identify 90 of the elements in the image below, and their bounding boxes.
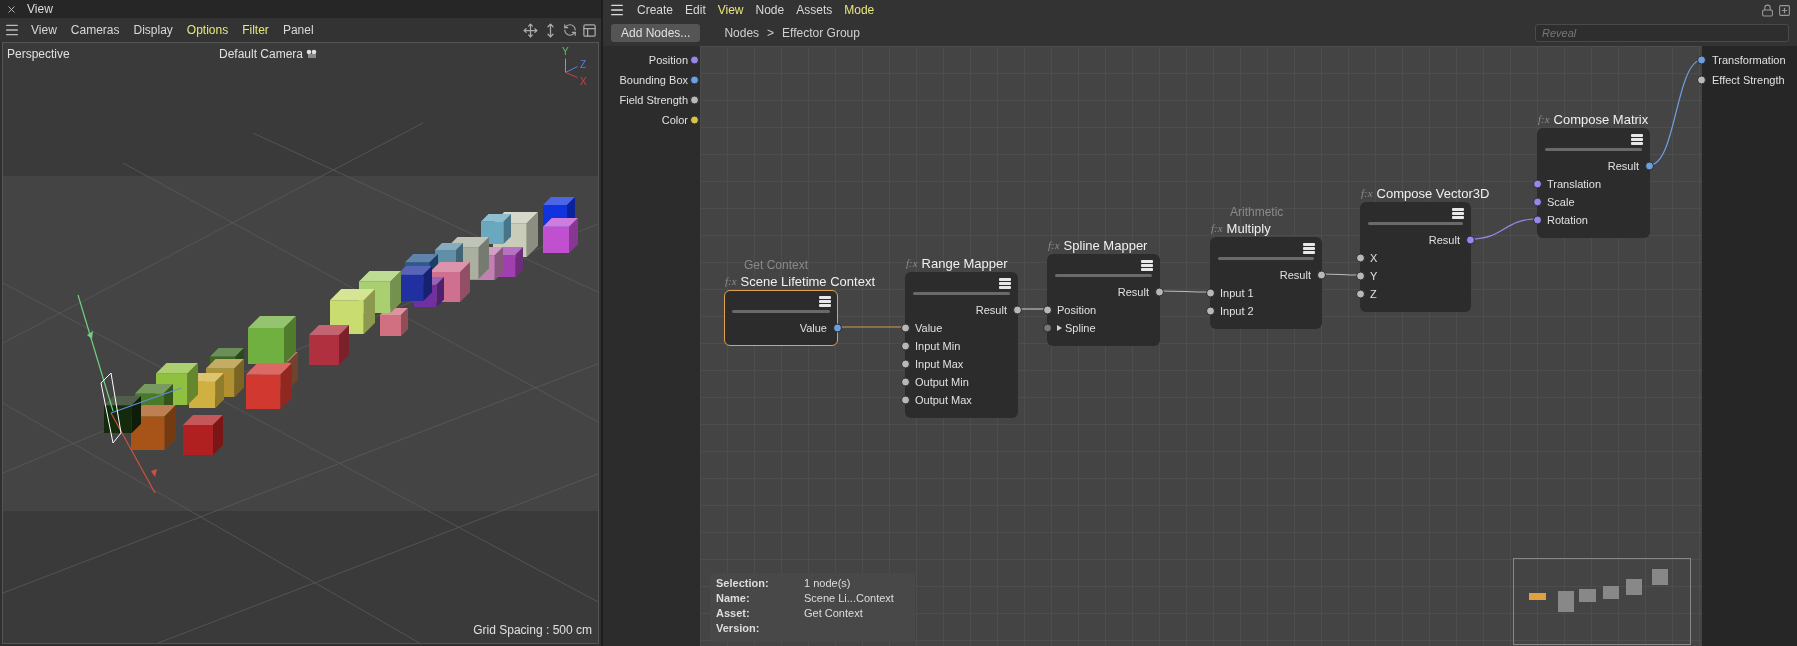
menu-item[interactable]: Node xyxy=(749,1,791,19)
breadcrumb-link[interactable]: Nodes xyxy=(724,24,760,42)
function-icon: f:x xyxy=(1538,111,1550,128)
port-label: Position xyxy=(648,52,688,68)
port-label: Result xyxy=(1279,267,1311,283)
z-axis-label: Z xyxy=(580,60,587,70)
menu-item[interactable]: Display xyxy=(126,21,180,39)
port-label: Translation xyxy=(1547,176,1601,192)
minimap-drawing[interactable] xyxy=(1513,558,1691,645)
function-icon: f:x xyxy=(1361,185,1373,202)
port-label: Output Min xyxy=(915,374,969,390)
close-icon[interactable] xyxy=(6,3,17,15)
port-label: Result xyxy=(1428,232,1460,248)
info-label: Asset: xyxy=(716,606,751,620)
camera-name-label: Default Camera xyxy=(219,46,304,63)
port-label: Transformation xyxy=(1712,52,1786,68)
port-label: Position xyxy=(1057,302,1097,318)
node-title: Compose Matrix xyxy=(1553,111,1649,128)
breadcrumb-link[interactable]: Effector Group xyxy=(782,24,860,42)
menu-item[interactable]: View xyxy=(24,21,64,39)
port-label: Input Min xyxy=(915,338,961,354)
info-value: 1 node(s) xyxy=(804,576,852,590)
node-menu-icon[interactable] xyxy=(1452,208,1464,219)
camera-icon xyxy=(306,49,319,59)
port-label: Effect Strength xyxy=(1712,72,1785,88)
node-category: Arithmetic xyxy=(1229,204,1284,220)
grid-spacing-label: Grid Spacing : 500 cm xyxy=(473,622,592,639)
x-axis-label: X xyxy=(580,77,587,87)
y-axis-label: Y xyxy=(562,47,569,57)
function-icon: f:x xyxy=(1211,220,1223,237)
menu-item[interactable]: Cameras xyxy=(63,21,127,39)
node-menu-icon[interactable] xyxy=(1631,134,1643,145)
port-label: Y xyxy=(1370,268,1378,284)
node-title: Compose Vector3D xyxy=(1376,185,1490,202)
menu-item[interactable]: Options xyxy=(179,21,236,39)
expand-triangle-icon[interactable] xyxy=(1057,325,1062,331)
node-title: Scene Lifetime Context xyxy=(740,273,875,290)
add-nodes-button[interactable]: Add Nodes... xyxy=(611,24,701,42)
lock-icon[interactable] xyxy=(1761,3,1774,17)
port-label: Field Strength xyxy=(619,92,688,108)
node-title: Spline Mapper xyxy=(1063,237,1148,254)
add-panel-icon[interactable] xyxy=(1778,3,1791,17)
port-label: X xyxy=(1370,250,1378,266)
node-title: Range Mapper xyxy=(921,255,1008,272)
port-label: Input 2 xyxy=(1220,303,1254,319)
port-label: Spline xyxy=(1065,320,1096,336)
function-icon: f:x xyxy=(906,255,918,272)
info-label: Name: xyxy=(716,591,751,605)
node-menu-icon[interactable] xyxy=(1303,243,1315,254)
info-value: Scene Li...Context xyxy=(804,591,895,605)
node-menu-icon[interactable] xyxy=(819,296,831,307)
menu-item[interactable]: Assets xyxy=(790,1,839,19)
menu-item[interactable]: Create xyxy=(631,1,680,19)
node-title: Multiply xyxy=(1226,220,1271,237)
layout-icon[interactable] xyxy=(582,22,597,38)
menu-item[interactable]: Panel xyxy=(275,21,321,39)
node-menu-icon[interactable] xyxy=(1141,260,1153,271)
breadcrumb-separator: > xyxy=(767,25,775,42)
port-label: Result xyxy=(975,302,1007,318)
info-label: Selection: xyxy=(716,576,770,590)
axis-gizmo-icon xyxy=(565,58,578,78)
menu-item[interactable]: View xyxy=(711,1,750,19)
port-label: Bounding Box xyxy=(619,72,688,88)
menu-icon[interactable] xyxy=(4,22,20,38)
port-label: Input 1 xyxy=(1220,285,1254,301)
port-label: Z xyxy=(1370,286,1377,302)
port-label: Rotation xyxy=(1547,212,1588,228)
port-label: Result xyxy=(1607,158,1639,174)
rotate-icon[interactable] xyxy=(563,23,577,37)
port-label: Value xyxy=(799,320,827,336)
camera-mode-label: Perspective xyxy=(7,46,70,63)
panel-title: View xyxy=(27,1,53,18)
node-menu-icon[interactable] xyxy=(999,278,1011,289)
port-label: Value xyxy=(915,320,943,336)
menu-item[interactable]: Edit xyxy=(679,1,712,19)
info-value: Get Context xyxy=(804,606,864,620)
menu-item[interactable]: Filter xyxy=(235,21,276,39)
port-label: Output Max xyxy=(915,392,972,408)
port-label: Scale xyxy=(1547,194,1575,210)
move-icon[interactable] xyxy=(523,22,538,38)
menu-icon[interactable] xyxy=(609,2,625,18)
port-label: Color xyxy=(661,112,688,128)
node-category: Get Context xyxy=(743,257,810,273)
function-icon: f:x xyxy=(725,273,737,290)
info-label: Version: xyxy=(716,621,761,635)
search-field[interactable]: Reveal xyxy=(1535,24,1789,42)
function-icon: f:x xyxy=(1048,237,1060,254)
port-label: Result xyxy=(1117,284,1149,300)
port-label: Input Max xyxy=(915,356,964,372)
menu-item[interactable]: Mode xyxy=(838,1,881,19)
